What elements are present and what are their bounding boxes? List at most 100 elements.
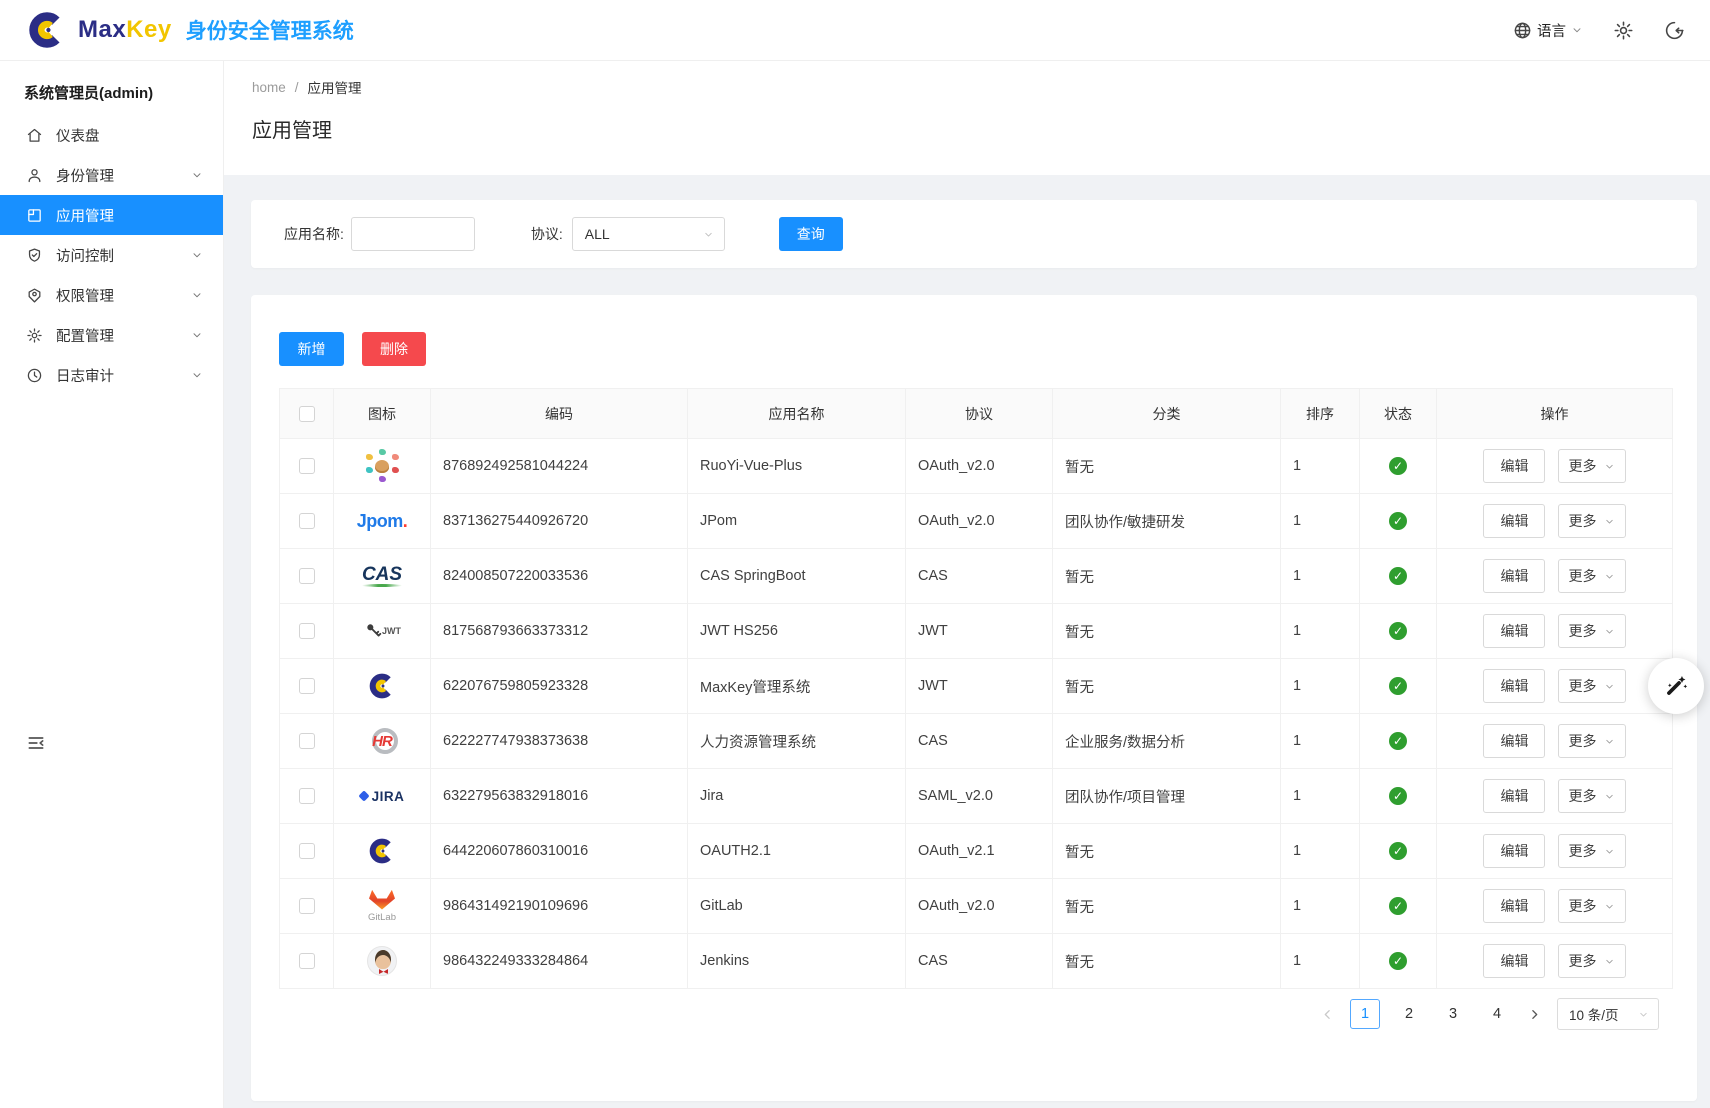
more-button[interactable]: 更多 [1558,724,1626,758]
protocol-select[interactable]: ALL [572,217,725,251]
select-all-checkbox[interactable] [299,406,315,422]
page-button-1[interactable]: 1 [1350,999,1380,1029]
edit-button[interactable]: 编辑 [1483,669,1545,703]
protocol-select-value: ALL [585,226,610,242]
edit-button[interactable]: 编辑 [1483,834,1545,868]
language-switcher[interactable]: 语言 [1513,20,1583,41]
edit-button[interactable]: 编辑 [1483,779,1545,813]
page-title: 应用管理 [252,114,1682,143]
sidebar-item-dashboard[interactable]: 仪表盘 [0,115,223,155]
sidebar-item-permissions[interactable]: 权限管理 [0,275,223,315]
sidebar-item-audit-logs[interactable]: 日志审计 [0,355,223,395]
more-button[interactable]: 更多 [1558,449,1626,483]
more-button[interactable]: 更多 [1558,559,1626,593]
page-button-2[interactable]: 2 [1394,999,1424,1029]
app-sort: 1 [1281,769,1360,824]
page-button-3[interactable]: 3 [1438,999,1468,1029]
sidebar-item-configuration[interactable]: 配置管理 [0,315,223,355]
theme-settings-float-button[interactable] [1648,658,1704,714]
next-page-button[interactable] [1526,1006,1543,1023]
pagination: 1234 10 条/页 [1319,998,1659,1030]
chevron-down-icon [1604,461,1615,472]
row-checkbox[interactable] [299,513,315,529]
more-button[interactable]: 更多 [1558,944,1626,978]
edit-button[interactable]: 编辑 [1483,559,1545,593]
app-name: CAS SpringBoot [688,549,906,604]
row-checkbox[interactable] [299,568,315,584]
table-header-row: 图标 编码 应用名称 协议 分类 排序 状态 操作 [280,389,1673,439]
edit-button[interactable]: 编辑 [1483,889,1545,923]
edit-button[interactable]: 编辑 [1483,724,1545,758]
search-button[interactable]: 查询 [779,217,843,251]
row-checkbox[interactable] [299,623,315,639]
maxkey-app-icon [366,668,398,704]
settings-button[interactable] [1613,20,1634,41]
app-category: 暂无 [1053,934,1281,989]
add-button[interactable]: 新增 [279,332,344,366]
status-enabled-icon [1389,677,1407,695]
row-checkbox[interactable] [299,843,315,859]
filter-card: 应用名称: 协议: ALL 查询 [251,200,1697,268]
more-button[interactable]: 更多 [1558,889,1626,923]
app-name-input[interactable] [351,217,475,251]
app-protocol: SAML_v2.0 [906,769,1053,824]
sidebar-menu: 仪表盘 身份管理 应用管理 访问控制 权限管理 配置管理 日志审计 [0,115,223,395]
chevron-down-icon [703,229,714,240]
more-button[interactable]: 更多 [1558,834,1626,868]
app-category: 团队协作/项目管理 [1053,769,1281,824]
row-checkbox[interactable] [299,953,315,969]
hr-app-icon: HR [365,723,399,759]
more-button[interactable]: 更多 [1558,669,1626,703]
app-category: 暂无 [1053,604,1281,659]
edit-button[interactable]: 编辑 [1483,449,1545,483]
table-row: 986432249333284864 Jenkins CAS 暂无 1 编辑 更… [280,934,1673,989]
edit-button[interactable]: 编辑 [1483,944,1545,978]
breadcrumb-separator: / [295,80,299,95]
prev-page-button[interactable] [1319,1006,1336,1023]
language-label: 语言 [1537,20,1566,41]
sidebar-item-applications[interactable]: 应用管理 [0,195,223,235]
chevron-down-icon [1604,626,1615,637]
table-row: 876892492581044224 RuoYi-Vue-Plus OAuth_… [280,439,1673,494]
breadcrumb-home[interactable]: home [252,80,286,95]
more-button[interactable]: 更多 [1558,614,1626,648]
table-row: HR 622227747938373638 人力资源管理系统 CAS 企业服务/… [280,714,1673,769]
app-header: MaxKey 身份安全管理系统 语言 [0,0,1710,61]
shield-check-icon [26,247,43,264]
edit-button[interactable]: 编辑 [1483,614,1545,648]
jira-app-icon: JIRA [360,778,405,814]
logout-button[interactable] [1664,20,1685,41]
row-checkbox[interactable] [299,733,315,749]
app-protocol: OAuth_v2.1 [906,824,1053,879]
sidebar-item-identity[interactable]: 身份管理 [0,155,223,195]
app-category: 暂无 [1053,439,1281,494]
row-checkbox[interactable] [299,458,315,474]
sidebar-collapse-button[interactable] [26,733,46,753]
row-checkbox[interactable] [299,788,315,804]
app-category: 团队协作/敏捷研发 [1053,494,1281,549]
clock-icon [26,367,43,384]
app-grid-icon [26,207,43,224]
delete-button[interactable]: 删除 [362,332,426,366]
gear-icon [26,327,43,344]
app-sort: 1 [1281,714,1360,769]
column-status: 状态 [1360,389,1437,439]
app-category: 暂无 [1053,879,1281,934]
sidebar-item-access-control[interactable]: 访问控制 [0,235,223,275]
page-size-select[interactable]: 10 条/页 [1557,998,1659,1030]
table-toolbar: 新增 删除 [279,332,1672,366]
sidebar: 系统管理员(admin) 仪表盘 身份管理 应用管理 访问控制 权限管理 配置管… [0,61,224,1108]
home-icon [26,127,43,144]
column-code: 编码 [431,389,688,439]
breadcrumb: home / 应用管理 [252,77,1682,97]
more-button[interactable]: 更多 [1558,779,1626,813]
app-sort: 1 [1281,824,1360,879]
page-button-4[interactable]: 4 [1482,999,1512,1029]
row-checkbox[interactable] [299,678,315,694]
edit-button[interactable]: 编辑 [1483,504,1545,538]
row-checkbox[interactable] [299,898,315,914]
brand-name: MaxKey [78,16,172,44]
status-enabled-icon [1389,622,1407,640]
status-enabled-icon [1389,732,1407,750]
more-button[interactable]: 更多 [1558,504,1626,538]
